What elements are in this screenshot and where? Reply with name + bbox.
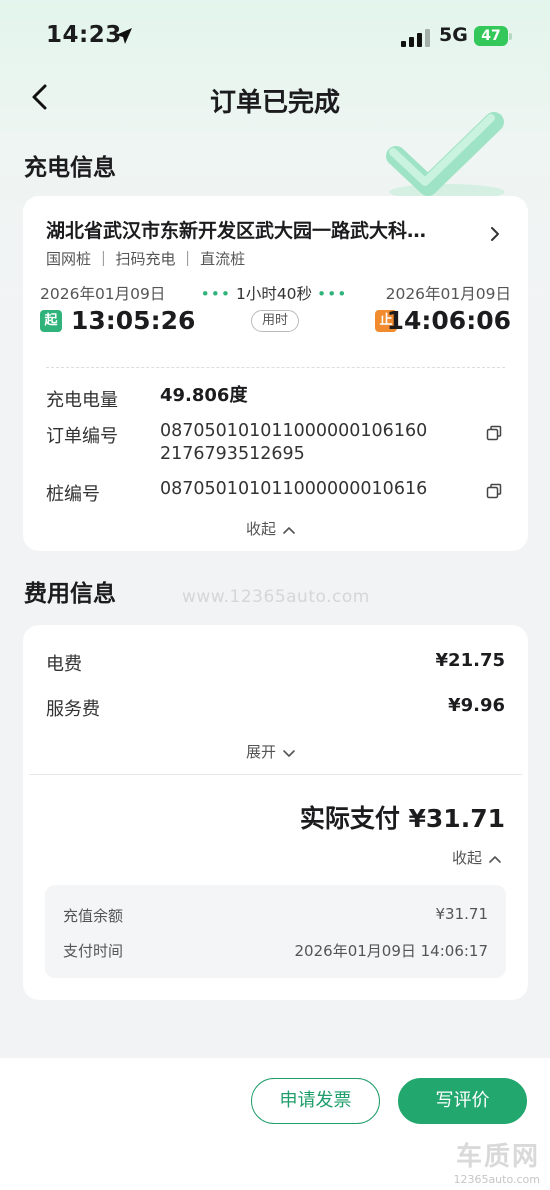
request-invoice-button[interactable]: 申请发票 <box>251 1078 380 1124</box>
pay-time-label: 支付时间 <box>63 942 124 960</box>
order-number-value: 087050101011000000106160 2176793512695 <box>160 420 427 466</box>
collapse-toggle[interactable]: 收起 <box>452 847 502 868</box>
chevron-up-icon <box>283 526 295 534</box>
end-date: 2026年01月09日 <box>385 285 511 303</box>
watermark-logo-text: 车质网 <box>455 1142 540 1172</box>
balance-value: ¥31.71 <box>435 905 489 923</box>
actual-payment: 实际支付 ¥31.71 <box>299 804 505 833</box>
write-review-button[interactable]: 写评价 <box>398 1078 527 1124</box>
duration-text: 1小时40秒 <box>235 285 313 303</box>
pay-time-value: 2026年01月09日 14:06:17 <box>294 942 488 960</box>
energy-value: 49.806度 <box>160 385 248 406</box>
dots-decoration-icon: ••• <box>316 285 348 303</box>
watermark-text: www.12365auto.com <box>182 587 370 607</box>
fee-info-card: 电费 ¥21.75 服务费 ¥9.96 展开 实际支付 ¥31.71 收起 充值… <box>23 625 528 1000</box>
payment-detail-card: 充值余额 ¥31.71 支付时间 2026年01月09日 14:06:17 <box>45 885 506 978</box>
status-bar: 14:23 5G 47 <box>0 0 550 70</box>
energy-label: 充电电量 <box>46 390 118 411</box>
divider <box>29 774 522 775</box>
charging-info-card: 湖北省武汉市东新开发区武大园一路武大科… 国网桩 ｜ 扫码充电 ｜ 直流桩 20… <box>23 196 528 551</box>
collapse-label: 收起 <box>452 849 483 867</box>
location-arrow-icon <box>116 28 132 44</box>
status-time: 14:23 <box>46 22 122 48</box>
duration-label-pill: 用时 <box>251 310 299 332</box>
watermark-url: 12365auto.com <box>453 1173 540 1186</box>
checkmark-decoration-icon <box>386 112 505 200</box>
collapse-label: 收起 <box>246 520 277 538</box>
pile-number-value: 087050101011000000010616 <box>160 479 428 499</box>
chevron-down-icon <box>283 749 295 757</box>
watermark-logo: 车质网 12365auto.com <box>453 1136 540 1186</box>
network-type: 5G <box>439 24 468 46</box>
electricity-fee-label: 电费 <box>46 654 82 675</box>
service-fee-label: 服务费 <box>46 699 100 720</box>
pile-number-label: 桩编号 <box>46 484 100 505</box>
chevron-right-icon[interactable] <box>488 224 502 244</box>
expand-label: 展开 <box>246 743 277 761</box>
electricity-fee-value: ¥21.75 <box>435 650 505 671</box>
station-tags: 国网桩 ｜ 扫码充电 ｜ 直流桩 <box>46 250 246 268</box>
collapse-toggle[interactable]: 收起 <box>246 518 296 539</box>
dots-decoration-icon: ••• <box>200 285 232 303</box>
start-badge: 起 <box>40 310 62 332</box>
end-time: 14:06:06 <box>386 306 511 335</box>
battery-indicator: 47 <box>474 26 512 46</box>
charging-duration: ••• 1小时40秒 ••• <box>199 282 349 304</box>
service-fee-value: ¥9.96 <box>448 695 505 716</box>
order-number-line: 087050101011000000106160 <box>160 421 428 441</box>
bottom-action-bar: 申请发票 写评价 车质网 12365auto.com <box>0 1058 550 1190</box>
start-time: 13:05:26 <box>71 306 196 335</box>
signal-icon <box>401 27 431 47</box>
station-address[interactable]: 湖北省武汉市东新开发区武大园一路武大科… <box>46 216 426 243</box>
copy-icon[interactable] <box>486 425 502 441</box>
expand-toggle[interactable]: 展开 <box>246 741 296 762</box>
order-number-line: 2176793512695 <box>160 444 305 464</box>
balance-label: 充值余额 <box>63 907 124 925</box>
start-date: 2026年01月09日 <box>40 285 166 303</box>
charging-section-title: 充电信息 <box>24 155 116 181</box>
fee-section-title: 费用信息 <box>24 581 116 607</box>
chevron-up-icon <box>489 855 501 863</box>
dashed-divider <box>46 367 505 368</box>
copy-icon[interactable] <box>486 483 502 499</box>
order-number-label: 订单编号 <box>46 426 118 447</box>
